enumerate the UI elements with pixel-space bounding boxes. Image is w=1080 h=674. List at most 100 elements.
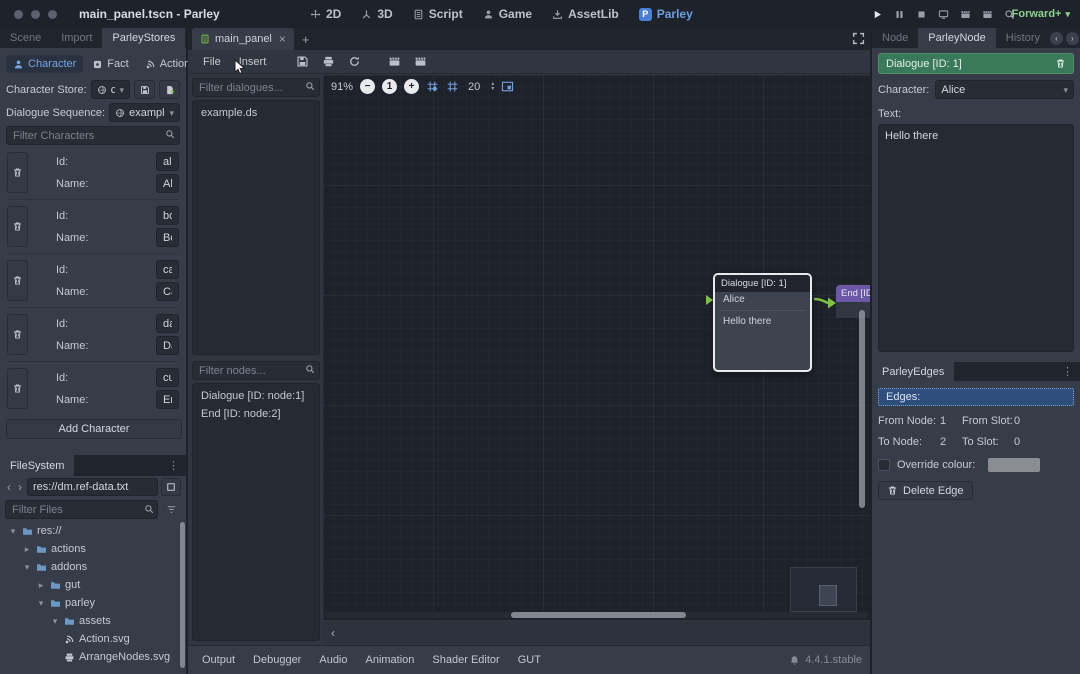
tree-item[interactable]: addons xyxy=(0,558,186,576)
expand-panel-icon[interactable] xyxy=(852,32,865,45)
character-name-input[interactable] xyxy=(156,174,179,193)
end-node-title[interactable]: End [ID xyxy=(836,285,870,302)
bottom-tab-animation[interactable]: Animation xyxy=(366,654,415,666)
graph-canvas[interactable]: 91% − 1 + 20 ▴▾ Dialogue [ID: 1] xyxy=(323,75,870,620)
minimap-toggle-button[interactable] xyxy=(501,80,514,93)
input-port[interactable] xyxy=(706,295,713,305)
colour-swatch[interactable] xyxy=(988,458,1040,472)
tab-2d[interactable]: 2D xyxy=(310,7,341,21)
current-path-field[interactable] xyxy=(27,478,158,496)
expander-icon[interactable] xyxy=(50,616,60,627)
bottom-tab-output[interactable]: Output xyxy=(202,654,235,666)
to-node-value[interactable]: 2 xyxy=(940,436,962,448)
stop-button[interactable] xyxy=(916,9,927,20)
delete-character-button[interactable] xyxy=(7,260,28,301)
delete-edge-button[interactable]: Delete Edge xyxy=(878,481,973,500)
character-name-input[interactable] xyxy=(156,282,179,301)
arrange-nodes-button[interactable] xyxy=(317,52,339,71)
delete-node-button[interactable] xyxy=(1055,58,1066,69)
tree-item[interactable]: assets xyxy=(0,612,186,630)
list-item-node[interactable]: Dialogue [ID: node:1] xyxy=(193,387,319,405)
character-id-input[interactable] xyxy=(156,206,179,225)
new-store-button[interactable] xyxy=(159,80,180,99)
nav-back-icon[interactable]: ‹ xyxy=(5,480,13,494)
tree-item[interactable]: parley xyxy=(0,594,186,612)
edges-section-header[interactable]: Edges: xyxy=(878,388,1074,406)
tab-parleystores[interactable]: ParleyStores xyxy=(102,28,185,48)
to-slot-value[interactable]: 0 xyxy=(1014,436,1034,448)
tree-item[interactable]: gut xyxy=(0,576,186,594)
sort-files-button[interactable] xyxy=(161,500,181,519)
tab-main-panel[interactable]: main_panel × xyxy=(192,28,294,50)
snap-toggle-button[interactable] xyxy=(426,80,439,93)
delete-character-button[interactable] xyxy=(7,152,28,193)
window-controls[interactable] xyxy=(14,10,57,19)
tree-item[interactable]: actions xyxy=(0,540,186,558)
save-store-button[interactable] xyxy=(134,80,155,99)
tab-parleynode[interactable]: ParleyNode xyxy=(918,28,995,48)
expander-icon[interactable] xyxy=(22,544,32,555)
horizontal-scrollbar-thumb[interactable] xyxy=(511,612,686,618)
tab-assetlib[interactable]: AssetLib xyxy=(552,7,619,21)
from-node-value[interactable]: 1 xyxy=(940,415,962,427)
tree-item[interactable]: res:// xyxy=(0,522,186,540)
subtab-character[interactable]: Character xyxy=(6,55,83,73)
bottom-tab-shader-editor[interactable]: Shader Editor xyxy=(432,654,499,666)
notifications-bell-icon[interactable] xyxy=(789,655,800,666)
zoom-out-button[interactable]: − xyxy=(360,79,375,94)
override-colour-checkbox[interactable] xyxy=(878,459,890,471)
expander-icon[interactable] xyxy=(36,598,46,609)
subtab-fact[interactable]: Fact xyxy=(85,55,135,73)
zoom-in-button[interactable]: + xyxy=(404,79,419,94)
dialogue-text-input[interactable]: Hello there xyxy=(878,124,1074,352)
history-forward-icon[interactable]: › xyxy=(1066,32,1079,45)
tree-item[interactable]: Action.svg xyxy=(0,630,186,648)
menu-file[interactable]: File xyxy=(196,54,228,70)
character-id-input[interactable] xyxy=(156,368,179,387)
tab-parleyedges[interactable]: ParleyEdges xyxy=(872,362,954,381)
scrollbar-thumb[interactable] xyxy=(180,522,185,668)
tab-parley[interactable]: PParley xyxy=(639,7,693,21)
delete-character-button[interactable] xyxy=(7,314,28,355)
panel-menu-icon[interactable] xyxy=(1056,365,1080,378)
renderer-dropdown[interactable]: Forward+ xyxy=(1012,0,1070,28)
graph-minimap[interactable] xyxy=(790,567,857,612)
from-slot-value[interactable]: 0 xyxy=(1014,415,1034,427)
focus-file-button[interactable] xyxy=(161,478,181,496)
save-dialogue-button[interactable] xyxy=(291,52,313,71)
list-item-dialogue-file[interactable]: example.ds xyxy=(193,104,319,122)
dialogue-node-title[interactable]: Dialogue [ID: 1] xyxy=(715,275,810,292)
filter-files-input[interactable] xyxy=(5,500,158,519)
snap-step-value[interactable]: 20 xyxy=(466,81,482,93)
bottom-tab-debugger[interactable]: Debugger xyxy=(253,654,301,666)
new-tab-button[interactable]: + xyxy=(294,28,318,50)
window-minimize-button[interactable] xyxy=(31,10,40,19)
tab-3d[interactable]: 3D xyxy=(361,7,392,21)
character-id-input[interactable] xyxy=(156,260,179,279)
tab-scene[interactable]: Scene xyxy=(0,28,51,48)
bottom-tab-audio[interactable]: Audio xyxy=(319,654,347,666)
tab-game[interactable]: Game xyxy=(483,7,532,21)
test-dialogue-button[interactable] xyxy=(383,52,405,71)
character-store-dropdown[interactable]: cha xyxy=(91,80,130,99)
tree-item[interactable]: ArrangeNodes.svg xyxy=(0,648,186,666)
tab-import[interactable]: Import xyxy=(51,28,102,48)
play-button[interactable] xyxy=(872,9,883,20)
vertical-scrollbar-thumb[interactable] xyxy=(859,310,865,508)
refresh-button[interactable] xyxy=(343,52,365,71)
expander-icon[interactable] xyxy=(36,580,46,591)
minimap-viewport[interactable] xyxy=(819,585,837,606)
zoom-reset-button[interactable]: 1 xyxy=(382,79,397,94)
expander-icon[interactable] xyxy=(8,526,18,537)
collapse-sidebar-icon[interactable]: ‹ xyxy=(331,626,335,640)
delete-character-button[interactable] xyxy=(7,368,28,409)
character-name-input[interactable] xyxy=(156,336,179,355)
list-item-node[interactable]: End [ID: node:2] xyxy=(193,405,319,423)
movie-writer-icon[interactable] xyxy=(982,9,993,20)
expander-icon[interactable] xyxy=(22,562,32,573)
tab-script[interactable]: Script xyxy=(413,7,463,21)
close-tab-icon[interactable]: × xyxy=(279,32,286,46)
history-back-icon[interactable]: ‹ xyxy=(1050,32,1063,45)
add-character-button[interactable]: Add Character xyxy=(6,419,182,439)
dialogue-graph-node[interactable]: Dialogue [ID: 1] Alice Hello there xyxy=(713,273,812,372)
